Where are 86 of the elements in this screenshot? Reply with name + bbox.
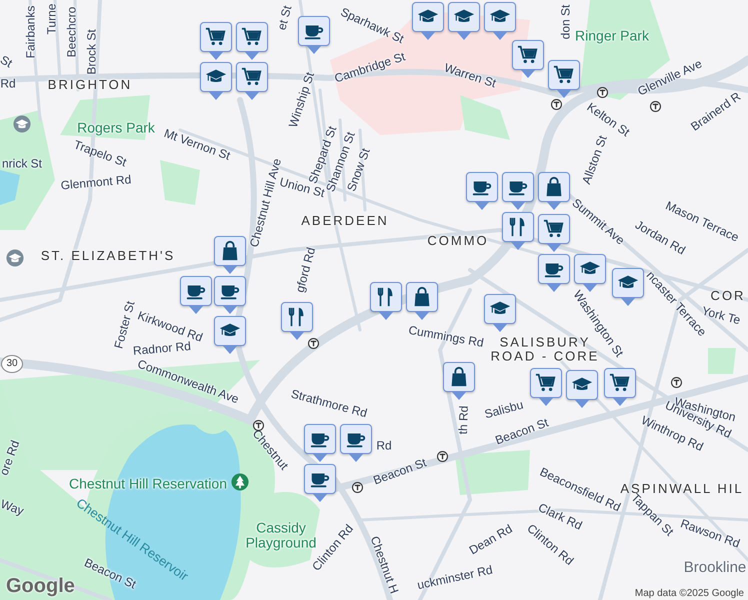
park-area [160, 160, 200, 205]
map-pin[interactable] [448, 2, 480, 40]
street-label: nrick St [2, 157, 42, 171]
graduation-cap-icon[interactable] [13, 115, 31, 133]
shopping-cart-icon [241, 26, 263, 48]
map-pin[interactable] [538, 254, 570, 292]
map-pin[interactable] [304, 464, 336, 502]
transit-icon[interactable] [436, 450, 448, 462]
street-label: Radnor Rd [132, 340, 192, 358]
park-label: Ringer Park [575, 28, 649, 44]
street-label: Brock St [85, 29, 99, 75]
map-pin[interactable] [412, 2, 444, 40]
map-pin[interactable] [214, 316, 246, 354]
map-pin[interactable] [538, 214, 570, 252]
street-label: York Te [700, 304, 742, 328]
street-label: Fairbanks [24, 6, 38, 58]
street-label: th Rd [456, 405, 472, 435]
neighborhood-label: COR [710, 288, 746, 304]
neighborhood-label: COMMO [427, 234, 489, 248]
neighborhood-label: ABERDEEN [301, 214, 389, 228]
shopping-cart-icon [205, 26, 227, 48]
map-pin[interactable] [281, 302, 313, 340]
town-label: Brookline [684, 560, 746, 576]
street-label: Warren St [442, 61, 498, 91]
tree-icon[interactable] [231, 473, 249, 491]
neighborhood-label: BRIGHTON [48, 78, 132, 92]
map-pin[interactable] [304, 424, 336, 462]
map-pin[interactable] [200, 62, 232, 100]
street-label: gford Rd [294, 246, 318, 294]
street-label: St [0, 53, 14, 71]
map-pin[interactable] [214, 236, 246, 274]
transit-icon[interactable] [550, 98, 562, 110]
street-label: Allston St [580, 134, 610, 186]
map-pin[interactable] [502, 212, 534, 250]
transit-icon[interactable] [308, 338, 318, 348]
street-label: ore Rd [0, 438, 22, 478]
street-label: Beacon St [372, 456, 428, 488]
map-pin[interactable] [484, 294, 516, 332]
street-label: Way [0, 498, 26, 518]
map-pin[interactable] [236, 62, 268, 100]
map-pin[interactable] [530, 368, 562, 406]
shopping-cart-icon [609, 372, 631, 394]
map-pin[interactable] [502, 172, 534, 210]
map-pin[interactable] [200, 22, 232, 60]
street-label: Glenmont Rd [60, 173, 132, 193]
map-pin[interactable] [604, 368, 636, 406]
shopping-cart-icon [241, 66, 263, 88]
street-label: Dean Rd [467, 522, 515, 558]
map-pin[interactable] [370, 282, 402, 320]
map-pin[interactable] [512, 40, 544, 78]
map-pin[interactable] [298, 16, 330, 54]
map-pin[interactable] [466, 172, 498, 210]
map-pin[interactable] [340, 424, 372, 462]
map-pin[interactable] [406, 282, 438, 320]
street-label: uckminster Rd [416, 564, 494, 592]
map-pin[interactable] [538, 172, 570, 210]
street-label: Turne [45, 4, 59, 34]
map-pin[interactable] [484, 2, 516, 40]
neighborhood-label: ST. ELIZABETH'S [40, 248, 176, 264]
map-pin[interactable] [566, 370, 598, 408]
shopping-cart-icon [553, 64, 575, 86]
transit-icon[interactable] [650, 100, 660, 112]
street-label: Rd [0, 77, 16, 91]
park-label: Chestnut Hill Reservation [69, 476, 227, 492]
map-pin[interactable] [214, 276, 246, 314]
street-label: Rd [376, 439, 392, 453]
shopping-cart-icon [535, 372, 557, 394]
map-pin[interactable] [236, 22, 268, 60]
shopping-cart-icon [517, 44, 539, 66]
map-logo: Google [6, 575, 75, 598]
park-area [708, 348, 736, 374]
park-area [460, 95, 510, 140]
map-pin[interactable] [612, 268, 644, 306]
map-pin[interactable] [548, 60, 580, 98]
transit-icon[interactable] [670, 376, 682, 388]
transit-icon[interactable] [252, 420, 264, 430]
street-label: et St [275, 4, 295, 32]
shopping-cart-icon [543, 218, 565, 240]
pond-area [0, 170, 20, 205]
graduation-cap-icon[interactable] [6, 249, 24, 267]
park-label: Rogers Park [77, 120, 155, 136]
route-shield: 30 [1, 355, 23, 373]
map-pin[interactable] [443, 362, 475, 400]
street-label: Beechcro [65, 6, 79, 58]
street-label: Cummings Rd [407, 324, 485, 350]
street-label: don St [559, 4, 573, 40]
